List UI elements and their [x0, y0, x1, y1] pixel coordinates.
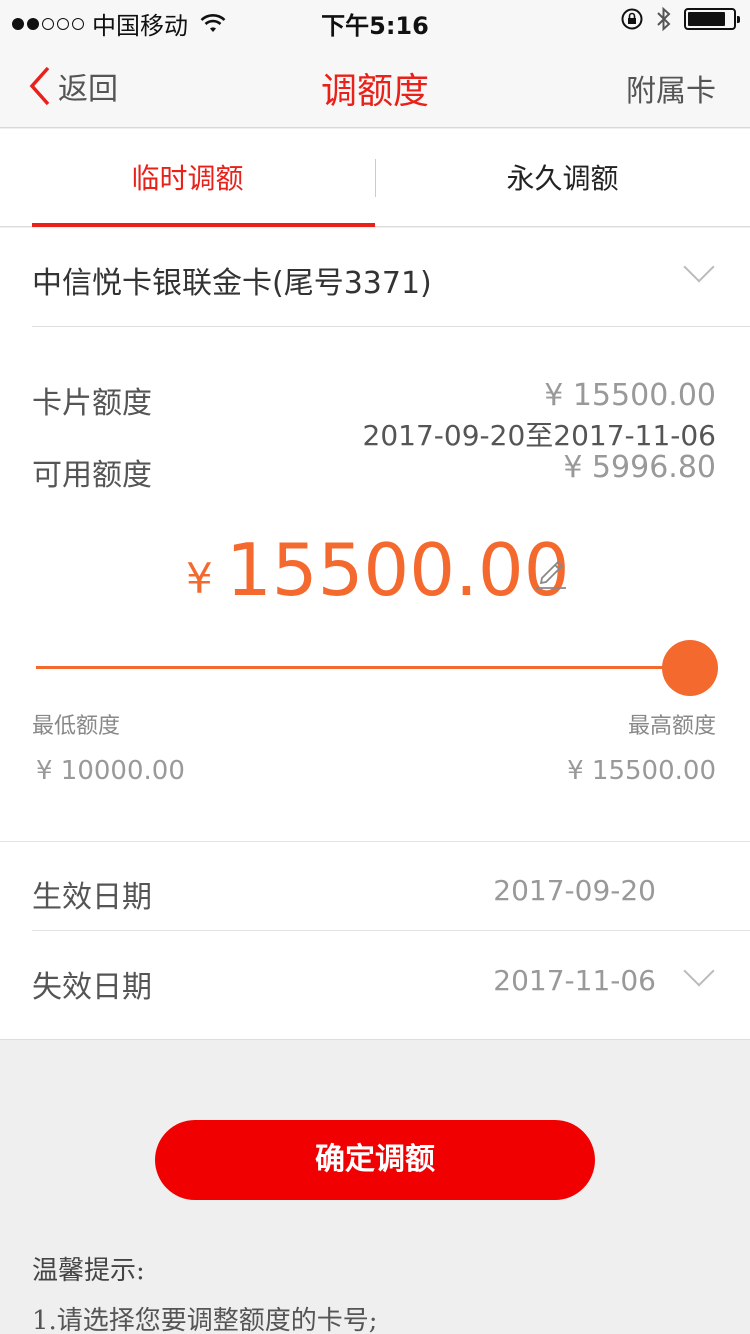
min-limit-label: 最低额度	[32, 714, 121, 739]
main-content: 中信悦卡银联金卡(尾号3371) 卡片额度 ¥ 15500.00 2017-09…	[0, 228, 750, 1040]
tab-temporary[interactable]: 临时调额	[0, 129, 375, 227]
active-tab-indicator	[32, 223, 375, 227]
expire-date-value[interactable]: 2017-11-06	[493, 964, 656, 997]
nav-bar: 返回 调额度 附属卡	[0, 40, 750, 128]
rotation-lock-icon	[621, 8, 643, 30]
amount-currency: ¥	[186, 554, 213, 603]
divider	[32, 930, 750, 931]
amount-value: 15500.00	[226, 528, 570, 612]
min-limit-value: ¥ 10000.00	[36, 756, 185, 786]
bluetooth-icon	[657, 6, 671, 32]
tips-line: 1.请选择您要调整额度的卡号;	[32, 1306, 378, 1334]
available-limit-value: ¥ 5996.80	[563, 450, 716, 485]
card-limit-label: 卡片额度	[32, 386, 152, 421]
slider-track[interactable]	[36, 666, 684, 669]
expire-date-label: 失效日期	[32, 970, 152, 1005]
chevron-down-icon	[683, 251, 715, 283]
limit-period: 2017-09-20至2017-11-06	[362, 419, 716, 452]
divider	[0, 841, 750, 842]
tab-bar: 临时调额 永久调额	[0, 129, 750, 227]
status-bar: 中国移动 下午5:16	[0, 0, 750, 40]
divider	[0, 1039, 750, 1040]
effective-date-label: 生效日期	[32, 880, 152, 915]
effective-date-value: 2017-09-20	[493, 874, 656, 907]
battery-icon	[684, 8, 740, 30]
slider-thumb[interactable]	[662, 640, 718, 696]
tab-permanent[interactable]: 永久调额	[375, 129, 750, 227]
chevron-down-icon[interactable]	[683, 955, 715, 987]
card-selector[interactable]: 中信悦卡银联金卡(尾号3371)	[32, 228, 750, 327]
confirm-adjust-button[interactable]: 确定调额	[155, 1120, 595, 1200]
max-limit-label: 最高额度	[627, 714, 716, 739]
status-right	[620, 6, 740, 32]
card-limit-value: ¥ 15500.00	[544, 378, 716, 413]
max-limit-value: ¥ 15500.00	[567, 756, 716, 786]
edit-icon[interactable]	[534, 550, 568, 590]
tips-title: 温馨提示:	[32, 1256, 145, 1286]
card-name: 中信悦卡银联金卡(尾号3371)	[32, 266, 432, 301]
available-limit-label: 可用额度	[32, 458, 152, 493]
supplementary-card-button[interactable]: 附属卡	[626, 66, 716, 110]
